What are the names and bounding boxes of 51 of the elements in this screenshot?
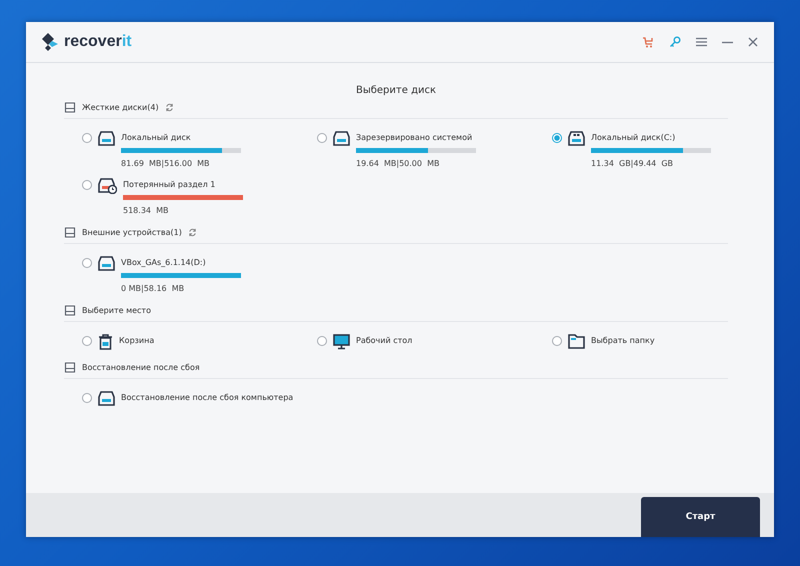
key-icon[interactable] (669, 36, 681, 48)
drive-icon (98, 391, 115, 406)
drive-icon (64, 102, 76, 113)
drive-name: Выбрать папку (591, 336, 655, 345)
section-title: Внешние устройства(1) (82, 228, 182, 237)
section-title: Выберите место (82, 306, 151, 315)
lost-drive-icon (98, 178, 117, 194)
usage-reading: 19.64 MB|50.00 MB (356, 159, 440, 168)
usage-reading: 518.34 MB (123, 206, 170, 215)
drive-name: Локальный диск (121, 133, 192, 142)
app-logo: recoverit (64, 33, 132, 51)
section-title: Жесткие диски(4) (82, 103, 159, 112)
drive-name: Корзина (119, 336, 154, 345)
radio-button[interactable] (82, 133, 92, 143)
minimize-icon[interactable] (722, 40, 733, 44)
radio-button[interactable] (82, 258, 92, 268)
usage-reading: 11.34 GB|49.44 GB (591, 159, 674, 168)
start-button[interactable]: Старт (641, 497, 760, 537)
usage-reading: 81.69 MB|516.00 MB (121, 159, 211, 168)
radio-button[interactable] (317, 133, 327, 143)
section-title: Восстановление после сбоя (82, 363, 200, 372)
trash-icon (98, 334, 113, 350)
drive-name: Зарезервировано системой (356, 133, 474, 142)
refresh-icon[interactable] (164, 103, 174, 112)
close-icon[interactable] (748, 37, 758, 47)
drive-icon (64, 305, 76, 316)
drive-icon (333, 131, 350, 146)
drive-icon (64, 362, 76, 373)
folder-icon (568, 334, 585, 349)
radio-button[interactable] (82, 180, 92, 190)
page-heading: Выберите диск (354, 85, 438, 96)
drive-icon (64, 227, 76, 238)
radio-button[interactable] (317, 336, 327, 346)
drive-name: Потерянный раздел 1 (123, 180, 216, 189)
radio-button[interactable] (82, 336, 92, 346)
logo-icon (40, 32, 60, 52)
drive-name: Восстановление после сбоя компьютера (121, 393, 294, 402)
radio-button[interactable] (552, 133, 562, 143)
radio-button[interactable] (82, 393, 92, 403)
drive-icon (98, 256, 115, 271)
usage-reading: 0 MB|58.16 MB (121, 284, 186, 293)
monitor-icon (333, 334, 350, 350)
drive-name: Рабочий стол (356, 336, 412, 345)
refresh-icon[interactable] (188, 228, 197, 237)
radio-button[interactable] (552, 336, 562, 346)
menu-icon[interactable] (696, 37, 707, 47)
drive-name: Локальный диск(C:) (591, 133, 676, 142)
drive-icon (98, 131, 115, 146)
cart-icon[interactable] (642, 36, 654, 48)
drive-name: VBox_GAs_6.1.14(D:) (121, 258, 207, 267)
drive-icon (568, 131, 585, 146)
